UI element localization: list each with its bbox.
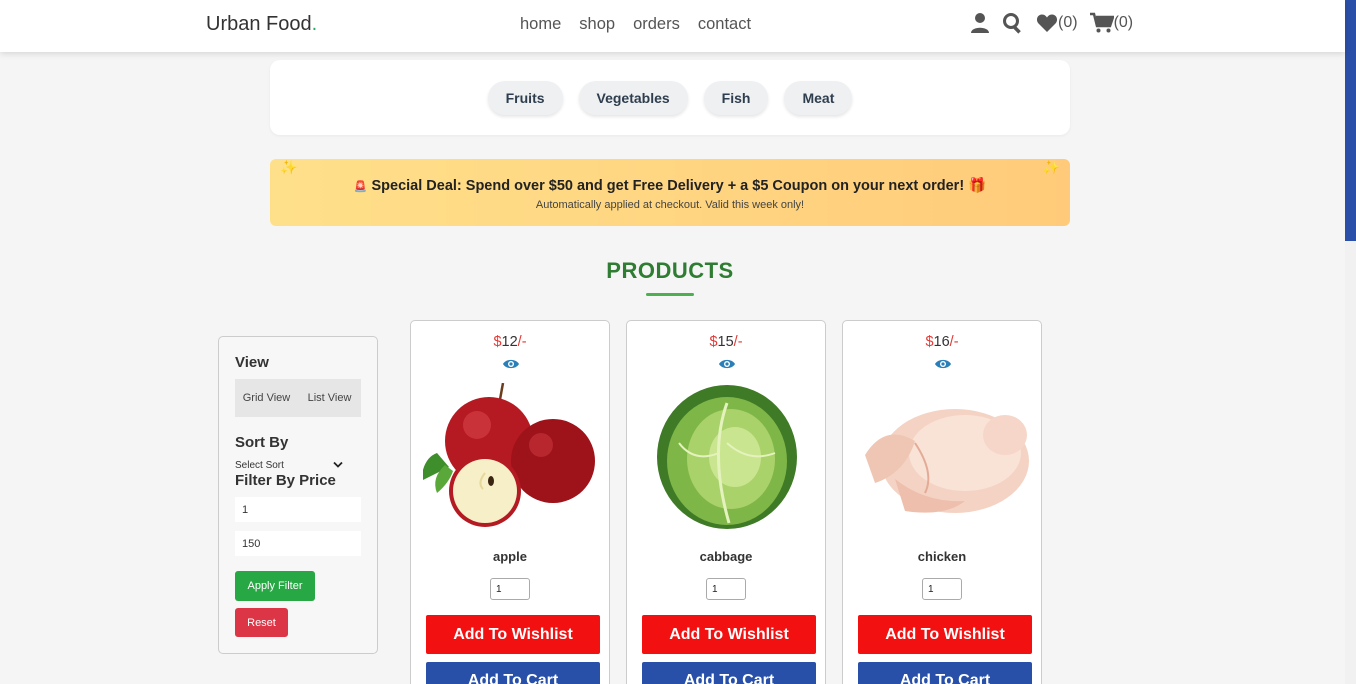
logo-dot: . (311, 13, 318, 35)
nav-orders-link[interactable]: orders (633, 15, 680, 34)
price-value: 16 (933, 334, 950, 350)
heading-underline (646, 293, 694, 296)
category-meat-button[interactable]: Meat (784, 80, 853, 115)
list-view-button[interactable]: List View (298, 379, 361, 417)
main-nav: home shop orders contact (520, 15, 751, 34)
sort-heading: Sort By (235, 434, 289, 451)
price-value: 15 (717, 334, 734, 350)
product-card-cabbage: $15/- cabbage Add To Wishlist Add To Car… (626, 320, 826, 684)
category-vegetables-button[interactable]: Vegetables (578, 80, 688, 115)
wishlist-count: (0) (1058, 14, 1078, 31)
scrollbar-thumb[interactable] (1345, 0, 1356, 241)
price-currency: $ (925, 334, 934, 350)
special-deal-banner: ✨ ✨ 🚨 Special Deal: Spend over $50 and g… (270, 159, 1070, 226)
price-currency: $ (709, 334, 718, 350)
category-fruits-button[interactable]: Fruits (487, 80, 563, 115)
product-price: $12/- (411, 334, 609, 350)
eye-icon[interactable] (934, 357, 952, 371)
category-fish-button[interactable]: Fish (703, 80, 769, 115)
deal-headline: 🚨 Special Deal: Spend over $50 and get F… (270, 177, 1070, 194)
min-price-input[interactable] (235, 497, 361, 522)
cabbage-image (657, 385, 797, 529)
deal-text: Special Deal: Spend over $50 and get Fre… (371, 178, 965, 194)
grid-view-button[interactable]: Grid View (235, 379, 298, 417)
product-name: apple (493, 549, 527, 564)
nav-home-link[interactable]: home (520, 15, 561, 34)
product-price: $15/- (627, 334, 825, 350)
apple-image (423, 383, 595, 527)
sparkle-icon-right: ✨ (1042, 159, 1060, 175)
add-to-wishlist-button[interactable]: Add To Wishlist (642, 615, 816, 654)
add-to-cart-button[interactable]: Add To Cart (858, 662, 1032, 684)
sparkle-icon-left: ✨ (280, 159, 298, 175)
products-heading: PRODUCTS (606, 258, 734, 283)
cart-link[interactable]: (0) (1089, 12, 1134, 34)
user-icon[interactable] (970, 12, 990, 34)
header-icons: (0) (0) (970, 12, 1133, 34)
nav-shop-link[interactable]: shop (579, 15, 615, 34)
price-value: 12 (501, 334, 518, 350)
filter-sidebar: View Grid View List View Sort By Select … (218, 336, 378, 654)
cart-icon (1089, 12, 1114, 33)
product-name: cabbage (699, 549, 753, 564)
deal-subtext: Automatically applied at checkout. Valid… (535, 199, 805, 211)
sort-select-value: Select Sort (235, 459, 284, 471)
nav-contact-link[interactable]: contact (698, 15, 751, 34)
eye-icon[interactable] (718, 357, 736, 371)
product-card-apple: $12/- apple Add To Wishlist Add To Cart (410, 320, 610, 684)
product-price: $16/- (843, 334, 1041, 350)
gift-icon: 🎁 (968, 178, 987, 194)
category-bar: Fruits Vegetables Fish Meat (270, 60, 1070, 135)
page-scrollbar[interactable] (1345, 0, 1356, 684)
sort-select[interactable]: Select Sort (235, 458, 343, 472)
quantity-input[interactable] (490, 578, 530, 600)
chevron-down-icon (333, 461, 343, 468)
eye-icon[interactable] (502, 357, 520, 371)
site-header: Urban Food. home shop orders contact (0)… (0, 0, 1345, 52)
siren-icon: 🚨 (353, 181, 368, 193)
logo[interactable]: Urban Food. (206, 13, 317, 36)
product-card-chicken: $16/- chicken Add To Wishlist Add To Car… (842, 320, 1042, 684)
wishlist-link[interactable]: (0) (1036, 13, 1078, 33)
add-to-wishlist-button[interactable]: Add To Wishlist (426, 615, 600, 654)
add-to-wishlist-button[interactable]: Add To Wishlist (858, 615, 1032, 654)
price-suffix: /- (949, 334, 959, 350)
product-name: chicken (917, 549, 967, 564)
logo-text: Urban Food (206, 13, 312, 35)
view-heading: View (235, 354, 269, 371)
cart-count: (0) (1113, 14, 1134, 31)
price-suffix: /- (733, 334, 743, 350)
apply-filter-button[interactable]: Apply Filter (235, 571, 315, 601)
view-toggle: Grid View List View (235, 379, 361, 417)
price-currency: $ (493, 334, 502, 350)
reset-button[interactable]: Reset (235, 608, 288, 637)
add-to-cart-button[interactable]: Add To Cart (426, 662, 600, 684)
max-price-input[interactable] (235, 531, 361, 556)
price-filter-heading: Filter By Price (235, 472, 336, 489)
quantity-input[interactable] (706, 578, 746, 600)
add-to-cart-button[interactable]: Add To Cart (642, 662, 816, 684)
quantity-input[interactable] (922, 578, 962, 600)
price-suffix: /- (517, 334, 527, 350)
heart-icon (1036, 14, 1058, 32)
search-icon[interactable] (1002, 12, 1024, 34)
chicken-image (865, 409, 1029, 513)
